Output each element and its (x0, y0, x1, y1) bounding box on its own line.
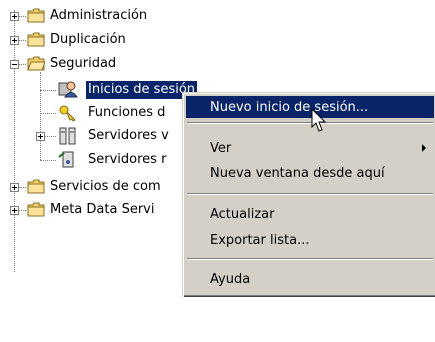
tree-item-label: Meta Data Servi (50, 202, 155, 217)
menu-separator (187, 193, 433, 195)
folder-icon (27, 32, 45, 47)
menu-item-label: Ver (210, 140, 232, 156)
tree-item-servidores-vinculados[interactable]: Servidores v (86, 126, 171, 146)
linked-servers-icon (59, 127, 76, 145)
tree-item-label: Servicios de com (50, 179, 161, 194)
collapse-toggle[interactable] (10, 60, 19, 69)
context-menu: Nuevo inicio de sesión... Ver Nueva vent… (182, 92, 435, 297)
tree-item-label: Duplicación (50, 32, 126, 47)
remote-servers-icon (58, 151, 74, 168)
menu-item-label: Exportar lista... (210, 232, 310, 248)
tree-item-administracion[interactable]: Administración (48, 6, 149, 26)
tree-item-label: Servidores r (88, 152, 167, 167)
expand-toggle[interactable] (10, 206, 19, 215)
menu-item-label: Nuevo inicio de sesión... (210, 99, 369, 115)
menu-item-label: Actualizar (210, 206, 275, 222)
tree-item-duplicacion[interactable]: Duplicación (48, 30, 128, 50)
expand-toggle[interactable] (36, 132, 45, 141)
tree-item-servicios[interactable]: Servicios de com (48, 177, 163, 197)
expand-toggle[interactable] (10, 183, 19, 192)
menu-separator (187, 258, 433, 260)
menu-item-ayuda[interactable]: Ayuda (186, 268, 434, 290)
menu-item-ver[interactable]: Ver (186, 137, 434, 159)
tree-connector (40, 113, 56, 114)
tree-item-label: Seguridad (50, 56, 117, 71)
folder-icon (27, 179, 45, 194)
tree-item-funciones[interactable]: Funciones d (86, 103, 167, 123)
menu-item-label: Ayuda (210, 271, 251, 287)
tree-connector (40, 72, 41, 160)
logins-icon (58, 81, 78, 98)
submenu-arrow-icon (422, 144, 426, 152)
tree-connector (40, 90, 56, 91)
tree-item-label: Funciones d (88, 105, 166, 120)
tree-item-label: Inicios de sesión (86, 81, 198, 99)
tree-connector (40, 160, 56, 161)
folder-open-icon (27, 56, 45, 71)
key-icon (59, 105, 76, 122)
mouse-cursor-icon (311, 108, 327, 132)
folder-icon (27, 202, 45, 217)
tree-item-meta-data[interactable]: Meta Data Servi (48, 200, 156, 220)
tree-item-inicios-de-sesion[interactable]: Inicios de sesión (86, 80, 198, 100)
tree-item-label: Servidores v (88, 128, 169, 143)
menu-separator (187, 122, 433, 124)
tree-item-servidores-remotos[interactable]: Servidores r (86, 150, 168, 170)
menu-item-actualizar[interactable]: Actualizar (186, 203, 434, 225)
tree-item-label: Administración (50, 8, 148, 23)
menu-item-nueva-ventana[interactable]: Nueva ventana desde aquí (186, 162, 434, 184)
expand-toggle[interactable] (10, 36, 19, 45)
tree-connector (14, 10, 15, 272)
folder-icon (27, 8, 45, 23)
tree-item-seguridad[interactable]: Seguridad (48, 54, 118, 74)
menu-item-nuevo-inicio[interactable]: Nuevo inicio de sesión... (186, 96, 434, 118)
expand-toggle[interactable] (10, 12, 19, 21)
menu-item-exportar-lista[interactable]: Exportar lista... (186, 229, 434, 251)
menu-item-label: Nueva ventana desde aquí (210, 165, 385, 181)
